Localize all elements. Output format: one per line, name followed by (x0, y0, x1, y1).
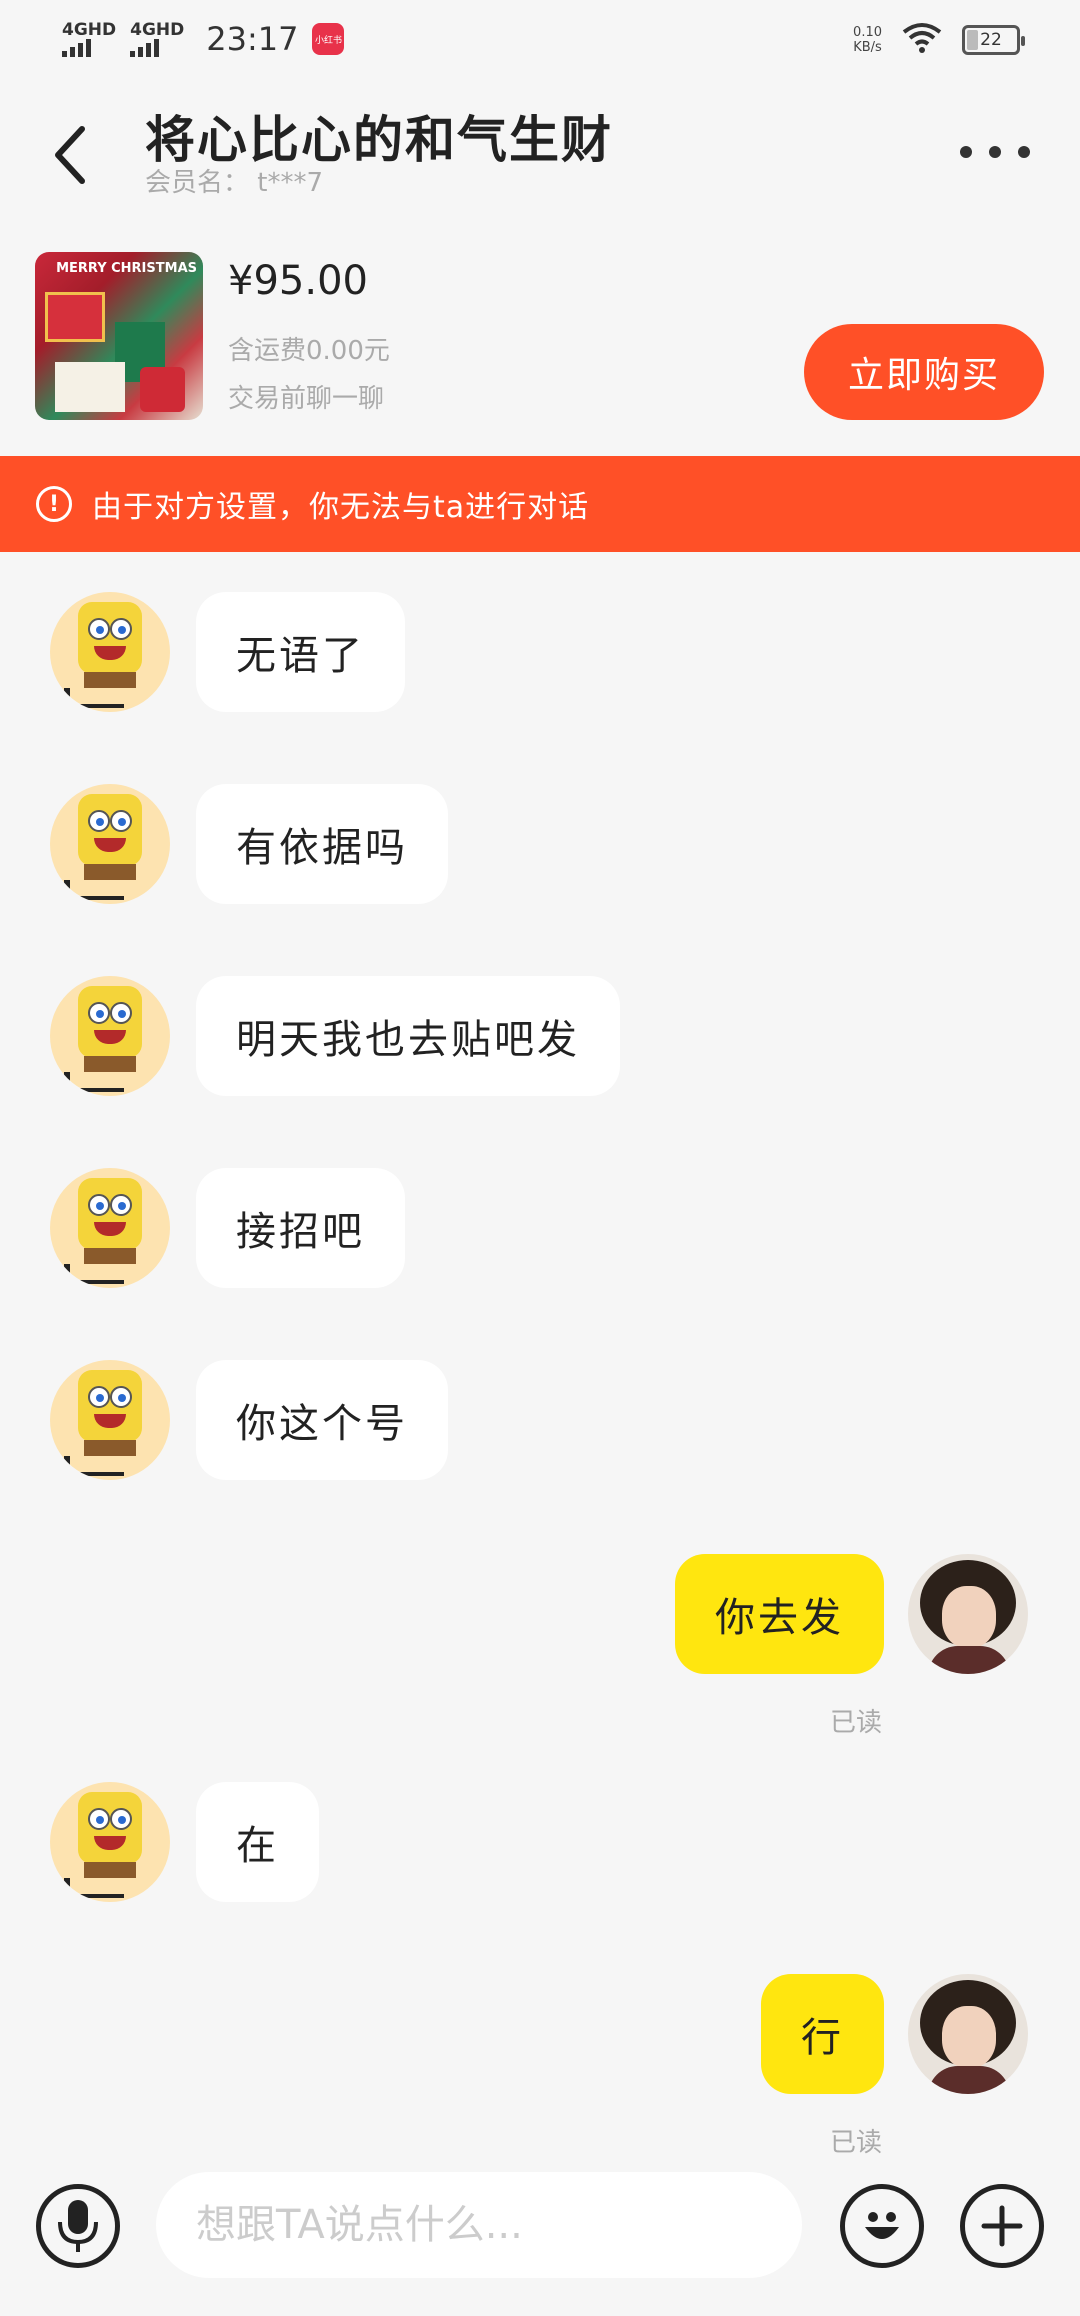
status-time: 23:17 (206, 20, 299, 58)
status-bar: 4GHD 4GHD 23:17 小红书 0.10 KB/s 22 (0, 0, 1080, 80)
incoming-message[interactable]: 你这个号 (196, 1360, 448, 1480)
battery-icon: 22 (962, 25, 1025, 55)
more-actions-button[interactable] (960, 2184, 1044, 2268)
incoming-message[interactable]: 在 (196, 1782, 319, 1902)
emoji-button[interactable] (840, 2184, 924, 2268)
incoming-message[interactable]: 有依据吗 (196, 784, 448, 904)
message-input[interactable] (156, 2172, 802, 2278)
microphone-icon (58, 2200, 98, 2252)
my-avatar[interactable] (908, 1974, 1028, 2094)
chevron-left-icon (55, 126, 85, 184)
net-speed-unit: KB/s (853, 40, 882, 55)
gift-box-decoration (140, 367, 185, 412)
sender-avatar[interactable] (50, 1168, 170, 1288)
net-speed: 0.10 KB/s (853, 25, 882, 55)
my-avatar[interactable] (908, 1554, 1028, 1674)
net-speed-value: 0.10 (853, 25, 882, 40)
incoming-message[interactable]: 明天我也去贴吧发 (196, 976, 620, 1096)
input-bar (0, 2160, 1080, 2290)
shipping-fee: 含运费0.00元 (228, 336, 390, 366)
sender-avatar[interactable] (50, 976, 170, 1096)
battery-level: 22 (980, 30, 1002, 50)
gift-box-decoration (45, 292, 105, 342)
product-price: ¥95.00 (228, 258, 368, 304)
banner-text: 由于对方设置，你无法与ta进行对话 (92, 490, 590, 525)
voice-button[interactable] (36, 2184, 120, 2268)
more-dot (989, 146, 1001, 158)
blocked-banner: ! 由于对方设置，你无法与ta进行对话 (0, 456, 1080, 552)
signal-1-label: 4GHD (62, 20, 117, 40)
product-card[interactable]: MERRY CHRISTMAS ¥95.00 含运费0.00元 交易前聊一聊 立… (0, 240, 1080, 440)
more-dots-icon (960, 146, 972, 158)
buy-now-button[interactable]: 立即购买 (804, 324, 1044, 420)
back-button[interactable] (40, 110, 100, 200)
more-dot (1018, 146, 1030, 158)
signal-2-label: 4GHD (130, 20, 185, 40)
incoming-message[interactable]: 无语了 (196, 592, 405, 712)
incoming-message[interactable]: 接招吧 (196, 1168, 405, 1288)
sender-avatar[interactable] (50, 592, 170, 712)
status-right: 0.10 KB/s 22 (853, 22, 1025, 58)
member-name: 会员名： t***7 (145, 168, 324, 198)
chat-header: 将心比心的和气生财 会员名： t***7 (0, 90, 1080, 220)
sender-avatar[interactable] (50, 1360, 170, 1480)
sender-avatar[interactable] (50, 1782, 170, 1902)
chat-hint: 交易前聊一聊 (228, 384, 385, 414)
warning-circle-icon: ! (36, 486, 72, 522)
mug-decoration (55, 362, 125, 412)
signal-bars-icon (62, 39, 91, 57)
read-status: 已读 (829, 1708, 882, 1738)
signal-2: 4GHD (130, 21, 184, 57)
status-left: 4GHD 4GHD 23:17 小红书 (62, 20, 345, 58)
app-notification-icon: 小红书 (312, 23, 345, 55)
signal-1: 4GHD (62, 21, 116, 57)
wifi-icon (902, 22, 942, 58)
signal-bars-icon (130, 39, 160, 57)
emoji-icon (865, 2212, 899, 2239)
sender-avatar[interactable] (50, 784, 170, 904)
product-image[interactable]: MERRY CHRISTMAS (35, 252, 203, 420)
outgoing-message[interactable]: 你去发 (675, 1554, 884, 1674)
read-status: 已读 (829, 2128, 882, 2158)
outgoing-message[interactable]: 行 (761, 1974, 884, 2094)
product-image-text: MERRY CHRISTMAS (56, 261, 197, 276)
battery-fill (967, 30, 978, 50)
plus-icon (981, 2205, 1023, 2247)
more-button[interactable] (960, 132, 1030, 172)
